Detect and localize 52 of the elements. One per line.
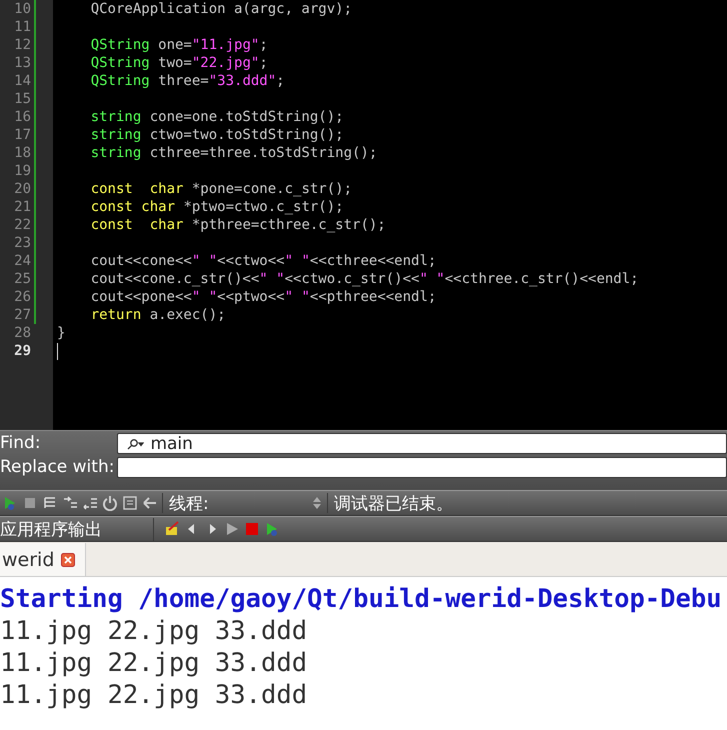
line-number: 13	[13, 54, 31, 72]
code-line: return a.exec();	[90, 306, 226, 324]
replace-label: Replace with:	[0, 457, 116, 478]
line-number: 27	[13, 306, 31, 324]
line-number: 20	[13, 180, 31, 198]
line-number: 25	[13, 270, 31, 288]
output-line: 11.jpg 22.jpg 33.ddd	[0, 647, 308, 679]
thread-combobox[interactable]: 线程:	[162, 493, 328, 513]
code-line: const char *ptwo=ctwo.c_str();	[90, 198, 344, 216]
line-number: 10	[13, 0, 31, 18]
line-number: 19	[13, 162, 31, 180]
code-line: QString three="33.ddd";	[90, 72, 285, 90]
code-line: const char *pthree=cthree.c_str();	[90, 216, 386, 234]
line-number: 12	[13, 36, 31, 54]
code-line: string ctwo=two.toStdString();	[90, 126, 344, 144]
code-line: QString two="22.jpg";	[90, 54, 268, 72]
find-label: Find:	[0, 433, 42, 454]
line-number: 14	[13, 72, 31, 90]
line-number: 23	[13, 234, 31, 252]
spinner-arrows-icon	[313, 496, 321, 510]
code-line: cout<<cone<<" "<<ctwo<<" "<<cthree<<endl;	[90, 252, 436, 270]
code-line: QString one="11.jpg";	[90, 36, 268, 54]
search-icon	[126, 438, 144, 450]
pane-title: 应用程序输出	[0, 518, 154, 540]
code-line: }	[57, 324, 66, 342]
debugger-status: 调试器已结束。	[333, 492, 453, 514]
output-tab[interactable]: werid	[0, 543, 86, 576]
code-line: string cthree=three.toStdString();	[90, 144, 378, 162]
code-line: const char *pone=cone.c_str();	[90, 180, 352, 198]
close-icon[interactable]	[61, 552, 76, 566]
line-number: 24	[13, 252, 31, 270]
replace-field[interactable]	[117, 457, 727, 478]
output-line: 11.jpg 22.jpg 33.ddd	[0, 615, 308, 647]
line-number: 16	[13, 108, 31, 126]
line-number: 28	[13, 324, 31, 342]
output-line: 11.jpg 22.jpg 33.ddd	[0, 679, 308, 711]
line-number: 15	[13, 90, 31, 108]
line-number: 29	[13, 342, 31, 360]
find-field[interactable]: main	[117, 433, 727, 454]
start-message: Starting /home/gaoy/Qt/build-werid-Desktop-Debu	[0, 583, 723, 615]
line-number: 17	[13, 126, 31, 144]
power-icon[interactable]	[100, 493, 120, 513]
line-number: 22	[13, 216, 31, 234]
line-number: 26	[13, 288, 31, 306]
code-line: QCoreApplication a(argc, argv);	[90, 0, 352, 18]
line-number: 18	[13, 144, 31, 162]
text-cursor	[57, 342, 58, 360]
code-line: cout<<cone.c_str()<<" "<<ctwo.c_str()<<" "<<cthree.c_str()<<endl;	[90, 270, 639, 288]
line-number: 11	[13, 18, 31, 36]
code-line: string cone=one.toStdString();	[90, 108, 344, 126]
code-line: cout<<pone<<" "<<ptwo<<" "<<pthree<<endl;	[90, 288, 436, 306]
line-number: 21	[13, 198, 31, 216]
